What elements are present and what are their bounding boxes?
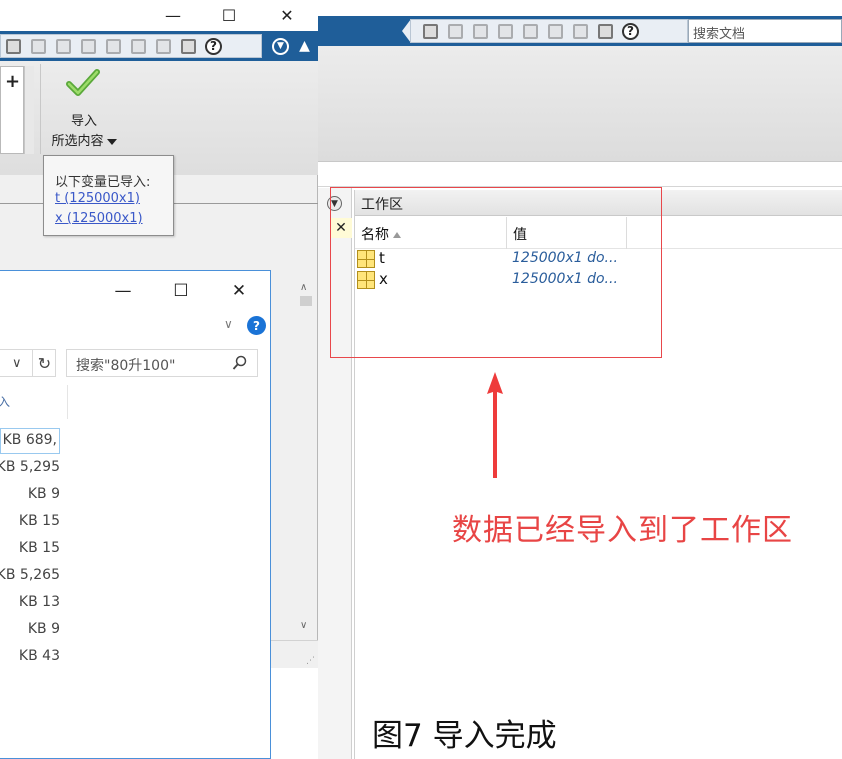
close-window-icon[interactable]: ✕: [216, 271, 262, 311]
scroll-down-icon[interactable]: ∨: [300, 620, 307, 631]
matlab-address-strip: [318, 163, 842, 187]
dropdown-caret-icon: [106, 138, 117, 145]
annotation-arrow-icon: [487, 372, 503, 478]
chevron-down-icon[interactable]: ▼: [270, 36, 291, 56]
switch-windows-icon[interactable]: [178, 36, 199, 56]
undo-icon[interactable]: [128, 36, 149, 56]
import-quick-access-toolbar: ? ▼ ▲: [0, 31, 318, 61]
refresh-icon[interactable]: ↻: [32, 349, 56, 377]
column-header-label: 入: [0, 395, 11, 409]
file-size[interactable]: ,689 KB: [0, 428, 60, 454]
imported-variable-link[interactable]: x (125000x1): [55, 211, 173, 231]
cut-icon[interactable]: [470, 21, 491, 41]
highlight-box: [330, 187, 662, 358]
import-button-label-text: 所选内容: [51, 134, 104, 149]
scroll-up-icon[interactable]: ∧: [300, 282, 307, 293]
file-size[interactable]: 5,295 KB: [0, 459, 60, 475]
help-icon[interactable]: ?: [247, 316, 266, 335]
help-icon[interactable]: ?: [203, 36, 224, 56]
import-result-tooltip: 以下变量已导入: t (125000x1) x (125000x1): [43, 155, 174, 236]
imported-variable-link[interactable]: t (125000x1): [55, 191, 173, 211]
import-button-label-line1: 导入: [70, 114, 97, 129]
collapse-ribbon-icon[interactable]: ▲: [294, 36, 315, 56]
vertical-scrollbar[interactable]: ∧ ∨: [296, 276, 317, 640]
tooltip-heading: 以下变量已导入:: [55, 175, 151, 190]
expand-ribbon-icon[interactable]: ∨: [224, 317, 238, 331]
import-button-label-line2: 所选内容: [46, 130, 122, 149]
minimize-icon[interactable]: —: [150, 0, 196, 31]
figure-caption: 图7 导入完成: [372, 718, 557, 754]
checkmark-icon: [66, 69, 100, 96]
search-icon[interactable]: [232, 355, 248, 371]
ribbon-separator: [40, 64, 41, 154]
file-size[interactable]: 15 KB: [0, 513, 60, 529]
annotation-text: 数据已经导入到了工作区: [452, 513, 793, 548]
save-icon[interactable]: [445, 21, 466, 41]
copy-icon[interactable]: [78, 36, 99, 56]
matlab-quick-access-toolbar: ? 搜索文档: [318, 16, 842, 46]
undo-icon[interactable]: [545, 21, 566, 41]
search-input[interactable]: 搜索"80升100": [66, 349, 258, 377]
import-window-titlebar: — ☐ ✕: [0, 0, 318, 31]
close-window-icon[interactable]: ✕: [264, 0, 310, 31]
cut-icon[interactable]: [53, 36, 74, 56]
explorer-titlebar: — ☐ ✕: [0, 271, 270, 311]
file-size[interactable]: 15 KB: [0, 540, 60, 556]
explorer-ribbon-row: ∨ ?: [0, 311, 270, 341]
resize-grip-icon: ⋰: [306, 656, 315, 666]
switch-windows-icon[interactable]: [595, 21, 616, 41]
plus-icon[interactable]: +: [5, 71, 20, 92]
copy-icon[interactable]: [495, 21, 516, 41]
file-size[interactable]: 9 KB: [0, 486, 60, 502]
paste-icon[interactable]: [520, 21, 541, 41]
file-size[interactable]: 5,265 KB: [0, 567, 60, 583]
options-scrollbar[interactable]: [24, 66, 34, 154]
import-selection-button[interactable]: 导入 所选内容: [46, 66, 122, 152]
quick-access-strip: ?: [0, 34, 262, 58]
save-icon[interactable]: [28, 36, 49, 56]
redo-icon[interactable]: [570, 21, 591, 41]
redo-icon[interactable]: [153, 36, 174, 56]
file-explorer-window: — ☐ ✕ ∨ ? ∨ ↻ 搜索"80升100" 入 ,689 KB 5,295…: [0, 270, 271, 759]
maximize-icon[interactable]: ☐: [158, 271, 204, 311]
shortcut-add-icon[interactable]: [420, 21, 441, 41]
file-size[interactable]: 9 KB: [0, 621, 60, 637]
matlab-ribbon: [318, 46, 842, 162]
paste-icon[interactable]: [103, 36, 124, 56]
import-options-pane: +: [0, 66, 24, 154]
doc-search-input[interactable]: 搜索文档: [688, 19, 842, 43]
file-size[interactable]: 43 KB: [0, 648, 60, 664]
column-header-size[interactable]: 入: [0, 385, 68, 419]
chevron-down-icon[interactable]: ∨: [12, 356, 22, 371]
help-icon[interactable]: ?: [620, 21, 641, 41]
shortcut-add-icon[interactable]: [3, 36, 24, 56]
maximize-icon[interactable]: ☐: [206, 0, 252, 31]
resize-grip[interactable]: ⋰: [270, 640, 318, 668]
scrollbar-thumb[interactable]: [300, 296, 312, 306]
file-size[interactable]: 13 KB: [0, 594, 60, 610]
minimize-icon[interactable]: —: [100, 271, 146, 311]
